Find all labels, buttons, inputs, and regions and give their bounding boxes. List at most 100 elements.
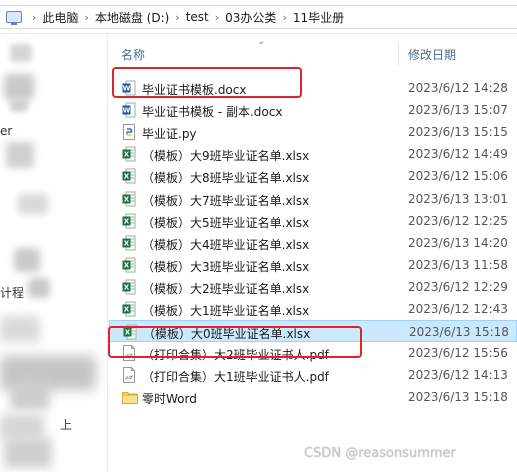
file-row[interactable]: X （模板）大0班毕业证名单.xlsx 2023/6/13 15:18	[109, 320, 517, 343]
file-row[interactable]: W 毕业证书模板 - 副本.docx 2023/6/13 15:07	[109, 99, 517, 121]
breadcrumb-item[interactable]: test	[186, 10, 209, 24]
excel-file-icon: X	[122, 257, 136, 273]
this-pc-icon	[6, 11, 22, 25]
file-row[interactable]: 零时Word 2023/6/13 15:18	[109, 386, 517, 408]
excel-file-icon: X	[122, 279, 136, 295]
breadcrumb-separator-icon[interactable]: ›	[26, 11, 42, 24]
file-name: （模板）大3班毕业证名单.xlsx	[142, 259, 310, 274]
breadcrumb-item[interactable]: 03办公类	[225, 9, 276, 26]
excel-file-icon: X	[122, 168, 136, 184]
svg-text:W: W	[123, 85, 131, 93]
column-header-name[interactable]: 名称	[121, 46, 145, 63]
watermark: CSDN @reasonsummer	[304, 446, 456, 461]
word-doc-icon: W	[122, 80, 136, 96]
nav-blur	[6, 142, 34, 168]
file-modified-date: 2023/6/12 14:13	[408, 368, 508, 383]
svg-text:X: X	[124, 283, 130, 291]
excel-file-icon: X	[122, 146, 136, 162]
column-divider[interactable]	[398, 42, 399, 66]
file-modified-date: 2023/6/12 12:25	[408, 213, 508, 228]
file-name: 毕业证.py	[142, 127, 197, 142]
svg-text:X: X	[124, 239, 130, 247]
address-bar: › 此电脑 › 本地磁盘 (D:) › test › 03办公类 › 11毕业册	[0, 0, 517, 34]
file-row[interactable]: X （模板）大4班毕业证名单.xlsx 2023/6/13 14:20	[109, 232, 517, 254]
file-row[interactable]: X （模板）大3班毕业证名单.xlsx 2023/6/13 11:58	[109, 254, 517, 276]
file-row[interactable]: X （模板）大7班毕业证名单.xlsx 2023/6/13 13:01	[109, 188, 517, 210]
file-name: （模板）大1班毕业证名单.xlsx	[142, 304, 310, 318]
nav-blur	[4, 438, 52, 468]
svg-text:W: W	[123, 107, 131, 115]
nav-text-fragment: 上	[60, 418, 73, 432]
file-modified-date: 2023/6/13 14:20	[408, 235, 508, 250]
pdf-file-icon: pdf	[122, 345, 136, 362]
svg-text:X: X	[125, 329, 131, 337]
file-name: （模板）大2班毕业证名单.xlsx	[142, 281, 310, 296]
file-row[interactable]: X （模板）大9班毕业证名单.xlsx 2023/6/12 14:49	[109, 143, 517, 165]
svg-text:X: X	[124, 217, 130, 225]
navigation-pane[interactable]: er 计程 上	[0, 34, 108, 472]
file-name: （模板）大5班毕业证名单.xlsx	[142, 215, 310, 230]
file-modified-date: 2023/6/12 14:28	[408, 81, 508, 95]
excel-file-icon: X	[122, 213, 136, 229]
svg-text:X: X	[124, 151, 130, 159]
nav-blur	[0, 414, 44, 440]
file-modified-date: 2023/6/13 15:18	[409, 325, 509, 340]
nav-blur	[18, 194, 48, 214]
file-name: （模板）大8班毕业证名单.xlsx	[142, 171, 310, 186]
file-modified-date: 2023/6/12 14:49	[408, 147, 508, 162]
file-name: 毕业证书模板.docx	[142, 83, 247, 97]
file-name: 零时Word	[142, 392, 197, 407]
nav-blur	[4, 74, 34, 100]
breadcrumb-separator-icon[interactable]: ›	[276, 11, 292, 24]
file-row[interactable]: W 毕业证书模板.docx 2023/6/12 14:28	[109, 77, 517, 99]
file-row[interactable]: pdf （打印合集）大1班毕业证书人.pdf 2023/6/12 14:13	[109, 364, 517, 386]
breadcrumb-item[interactable]: 本地磁盘 (D:)	[95, 9, 169, 26]
file-modified-date: 2023/6/13 15:07	[408, 103, 508, 118]
column-header-date[interactable]: 修改日期	[408, 46, 456, 63]
file-modified-date: 2023/6/12 12:43	[408, 302, 508, 316]
nav-blur	[28, 278, 50, 298]
svg-text:pdf: pdf	[125, 375, 133, 381]
file-name: 毕业证书模板 - 副本.docx	[142, 105, 283, 120]
file-row[interactable]: X （模板）大1班毕业证名单.xlsx 2023/6/12 12:43	[109, 298, 517, 320]
nav-blur	[10, 380, 50, 410]
nav-blur	[0, 316, 40, 342]
file-name: （模板）大9班毕业证名单.xlsx	[142, 149, 310, 164]
file-row[interactable]: pdf （打印合集）大2班毕业证书人.pdf 2023/6/12 15:56	[109, 342, 517, 364]
breadcrumb-item[interactable]: 11毕业册	[293, 9, 344, 26]
file-row[interactable]: X （模板）大5班毕业证名单.xlsx 2023/6/12 12:25	[109, 210, 517, 232]
file-row[interactable]: X （模板）大2班毕业证名单.xlsx 2023/6/12 12:29	[109, 276, 517, 298]
file-name: （模板）大0班毕业证名单.xlsx	[143, 327, 311, 342]
nav-text-fragment: 计程	[0, 286, 25, 300]
folder-icon	[122, 389, 138, 405]
pdf-file-icon: pdf	[122, 367, 136, 384]
breadcrumb-item[interactable]: 此电脑	[42, 9, 78, 26]
file-modified-date: 2023/6/12 15:06	[408, 169, 508, 184]
svg-text:pdf: pdf	[125, 353, 133, 359]
excel-file-icon: X	[122, 191, 136, 207]
file-row[interactable]: X （模板）大8班毕业证名单.xlsx 2023/6/12 15:06	[109, 165, 517, 187]
python-file-icon	[122, 124, 136, 141]
nav-text-fragment: er	[0, 124, 13, 138]
nav-blur	[10, 44, 32, 62]
column-header-row: 名称 修改日期	[109, 42, 517, 66]
file-modified-date: 2023/6/12 15:56	[408, 346, 508, 361]
file-row[interactable]: 毕业证.py 2023/6/13 15:15	[109, 121, 517, 143]
nav-blur	[14, 248, 40, 272]
file-modified-date: 2023/6/13 13:01	[408, 191, 508, 206]
svg-text:X: X	[124, 306, 130, 314]
file-list: ⌄ 名称 修改日期 W 毕业证书模板.docx 2023/6/12 14:28 W 毕业…	[109, 34, 517, 472]
breadcrumb-separator-icon[interactable]: ›	[209, 11, 225, 24]
file-modified-date: 2023/6/13 15:18	[408, 390, 508, 405]
file-name: （打印合集）大2班毕业证书人.pdf	[142, 348, 329, 363]
breadcrumb-separator-icon[interactable]: ›	[169, 11, 185, 24]
file-name: （模板）大4班毕业证名单.xlsx	[142, 237, 310, 252]
breadcrumb-separator-icon[interactable]: ›	[78, 11, 94, 24]
svg-text:X: X	[124, 173, 130, 181]
svg-text:X: X	[124, 195, 130, 203]
file-modified-date: 2023/6/12 12:29	[408, 279, 508, 294]
file-modified-date: 2023/6/13 11:58	[408, 257, 508, 272]
svg-text:X: X	[124, 261, 130, 269]
file-modified-date: 2023/6/13 15:15	[408, 125, 508, 140]
breadcrumb[interactable]: › 此电脑 › 本地磁盘 (D:) › test › 03办公类 › 11毕业册	[0, 5, 517, 29]
